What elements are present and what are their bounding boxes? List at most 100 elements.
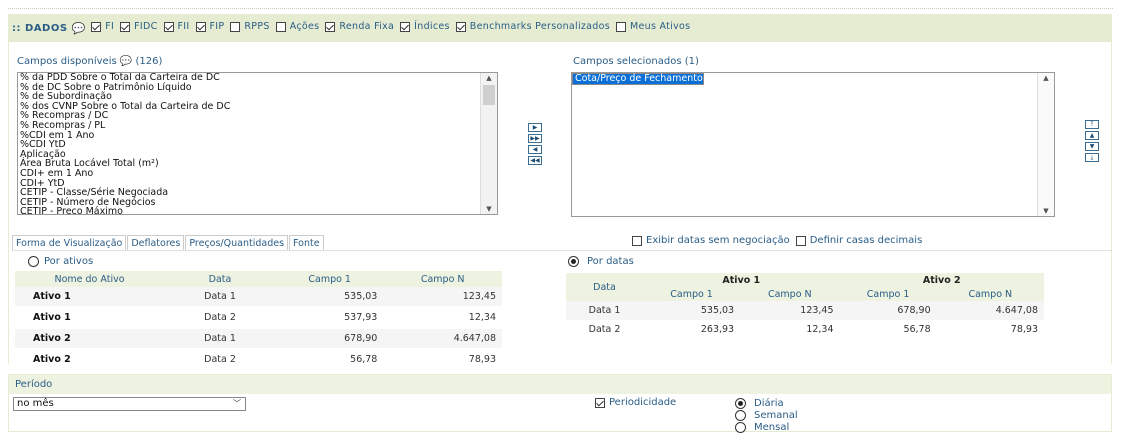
move-right-button[interactable]: ▶ xyxy=(528,123,542,132)
move-all-left-button[interactable]: ◀◀ xyxy=(528,156,542,165)
table-cell: Ativo 2 xyxy=(15,349,164,371)
table-row: Data 2 263,93 12,34 56,78 78,93 xyxy=(566,320,1044,339)
filter-item[interactable]: FII xyxy=(163,21,190,32)
table-header: Campo 1 xyxy=(276,271,384,287)
filter-label: FIP xyxy=(209,21,225,33)
chevron-down-icon: ﹀ xyxy=(233,399,241,408)
by-dates-radio[interactable] xyxy=(568,256,579,267)
chat-bubble-icon[interactable]: 💬 xyxy=(72,22,86,35)
table-cell: 123,45 xyxy=(740,301,840,320)
move-down-button[interactable]: ▼ xyxy=(1085,142,1099,151)
table-header: Data xyxy=(566,273,643,301)
table-cell: 535,03 xyxy=(276,287,384,308)
periodicity-radio[interactable] xyxy=(735,397,746,409)
periodicity-option[interactable]: Mensal xyxy=(735,421,798,433)
scroll-down-icon[interactable]: ▼ xyxy=(1038,206,1054,216)
table-header: Campo N xyxy=(740,287,840,301)
filter-item[interactable]: Índices xyxy=(400,21,450,32)
by-dates-table: Data Ativo 1 Ativo 2 Campo 1 Campo N Campo… xyxy=(566,273,1044,339)
no-trade-dates-checkbox[interactable] xyxy=(632,235,642,246)
period-section: Período no mês ﹀ Periodicidade Diária Sem… xyxy=(8,374,1112,433)
table-cell: 78,93 xyxy=(383,349,502,371)
move-left-button[interactable]: ◀ xyxy=(528,145,542,154)
filter-checkbox[interactable] xyxy=(163,21,174,32)
period-select[interactable]: no mês ﹀ xyxy=(13,397,246,411)
filter-checkbox[interactable] xyxy=(195,21,206,32)
selected-scrollbar[interactable]: ▲ ▼ xyxy=(1037,73,1054,216)
filter-item[interactable]: FIDC xyxy=(120,21,157,32)
periodicity-option-label: Mensal xyxy=(754,421,790,433)
table-header: Campo 1 xyxy=(839,287,937,301)
filter-item[interactable]: FI xyxy=(91,21,114,32)
scroll-up-icon[interactable]: ▲ xyxy=(481,73,497,83)
filter-checkbox[interactable] xyxy=(615,21,626,32)
periodicity-radio[interactable] xyxy=(735,421,746,433)
table-cell: Ativo 1 xyxy=(15,287,164,308)
by-assets-table: Nome do Ativo Data Campo 1 Campo N Ativo 1D… xyxy=(15,271,502,371)
table-cell: Data 2 xyxy=(164,307,276,329)
top-divider xyxy=(8,8,1113,9)
tab-source[interactable]: Fonte xyxy=(289,235,324,251)
table-cell: 56,78 xyxy=(903,324,931,335)
filter-item[interactable]: Renda Fixa xyxy=(325,21,394,32)
table-cell: 123,45 xyxy=(383,287,502,308)
list-item[interactable]: CETIP - Preço Máximo xyxy=(18,207,497,214)
filter-item[interactable]: Benchmarks Personalizados xyxy=(455,21,610,32)
tabs-divider xyxy=(12,250,1112,251)
periodicity-option-label: Semanal xyxy=(754,409,798,421)
available-fields-label: Campos disponíveis 💬 (126) xyxy=(17,56,163,67)
selected-fields-list[interactable]: Cota/Preço de Fechamento ▲ ▼ xyxy=(571,72,1055,217)
chat-bubble-icon[interactable]: 💬 xyxy=(120,56,132,67)
move-up-button[interactable]: ▲ xyxy=(1085,131,1099,140)
filter-checkbox[interactable] xyxy=(120,21,131,32)
tab-deflators[interactable]: Deflatores xyxy=(127,235,185,251)
filter-checkbox[interactable] xyxy=(400,21,411,32)
periodicity-option[interactable]: Diária xyxy=(735,397,798,409)
filter-label: FIDC xyxy=(134,21,158,33)
table-cell: 56,78 xyxy=(276,349,384,371)
by-assets-label: Por ativos xyxy=(44,256,94,267)
tab-prices-quantities[interactable]: Preços/Quantidades xyxy=(185,235,289,251)
filter-item[interactable]: Ações xyxy=(275,21,320,33)
filter-item[interactable]: RPPS xyxy=(230,21,269,32)
filter-label: Ações xyxy=(289,21,320,33)
filter-item[interactable]: Meus Ativos xyxy=(615,21,690,32)
periodicity-option-label: Diária xyxy=(754,397,784,409)
filter-label: Índices xyxy=(414,21,450,33)
periodicity-checkbox[interactable] xyxy=(595,397,605,408)
filter-checkbox[interactable] xyxy=(455,21,466,32)
no-trade-dates-label: Exibir datas sem negociação xyxy=(646,235,790,246)
filter-checkbox[interactable] xyxy=(230,21,241,32)
available-fields-list[interactable]: % da PDD Sobre o Total da Carteira de DC… xyxy=(17,72,498,215)
list-item[interactable]: %CDI em 1 Ano xyxy=(18,130,497,141)
table-row: Ativo 1 Data 2 537,93 12,34 xyxy=(15,307,502,329)
scroll-thumb[interactable] xyxy=(483,85,495,105)
move-all-right-button[interactable]: ▶▶ xyxy=(528,134,542,143)
filter-checkbox[interactable] xyxy=(325,21,336,32)
available-scrollbar[interactable]: ▲ ▼ xyxy=(480,73,497,214)
list-item[interactable]: %CDI YtD xyxy=(18,140,497,150)
scroll-down-icon[interactable]: ▼ xyxy=(481,204,497,214)
list-item[interactable]: CDI+ em 1 Ano xyxy=(18,169,497,179)
table-header: Campo N xyxy=(936,287,1044,301)
move-bottom-button[interactable]: ⤓ xyxy=(1085,153,1099,162)
table-row: Ativo 2 Data 2 56,78 78,93 xyxy=(15,349,502,371)
decimal-places-checkbox[interactable] xyxy=(795,235,806,246)
filter-item[interactable]: FIP xyxy=(195,21,225,33)
list-item[interactable]: Cota/Preço de Fechamento xyxy=(572,73,704,85)
move-top-button[interactable]: ⤒ xyxy=(1085,120,1099,129)
by-assets-radio[interactable] xyxy=(28,256,39,267)
periodicity-radio[interactable] xyxy=(735,409,746,421)
decimal-places-label: Definir casas decimais xyxy=(809,235,923,246)
table-cell: 678,90 xyxy=(839,301,937,320)
filter-checkbox[interactable] xyxy=(275,21,286,32)
table-cell: 4.647,08 xyxy=(383,328,502,350)
filter-checkbox[interactable] xyxy=(91,21,102,32)
scroll-up-icon[interactable]: ▲ xyxy=(1038,73,1054,83)
table-cell: 263,93 xyxy=(700,324,735,335)
table-header: Nome do Ativo xyxy=(15,271,164,287)
tab-visualization[interactable]: Forma de Visualização xyxy=(12,235,127,251)
data-filter-bar: :: DADOS 💬 FI FIDC FII FIP RPPS Ações Renda Fi… xyxy=(8,14,1112,42)
periodicity-label: Periodicidade xyxy=(609,397,677,408)
periodicity-option[interactable]: Semanal xyxy=(735,409,798,421)
